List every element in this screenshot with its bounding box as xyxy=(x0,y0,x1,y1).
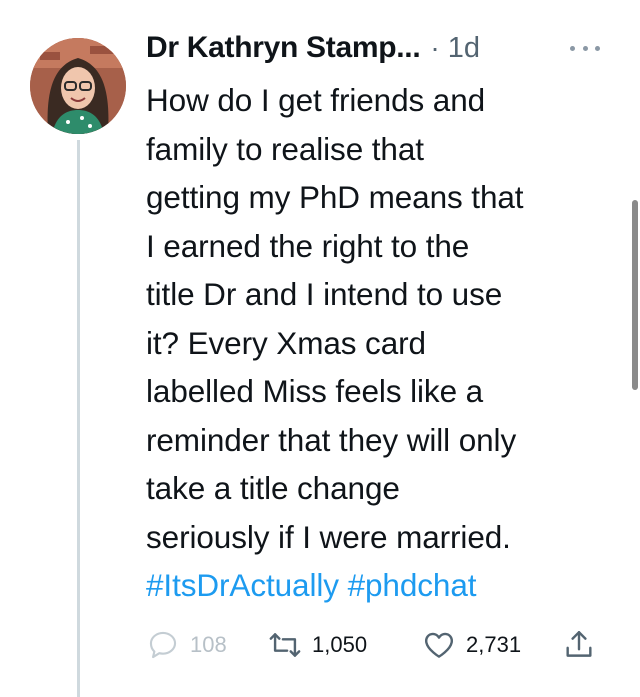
tweet-text-line: take a title change xyxy=(146,470,400,506)
share-icon xyxy=(566,631,592,657)
more-dots-icon[interactable] xyxy=(570,36,600,60)
tweet-text: How do I get friends and family to reali… xyxy=(146,76,626,610)
avatar-photo xyxy=(30,38,126,134)
retweet-button[interactable]: 1,050 xyxy=(268,620,367,670)
scrollbar-thumb[interactable] xyxy=(632,200,638,390)
share-button[interactable] xyxy=(562,620,596,670)
like-count: 2,731 xyxy=(466,632,522,657)
tweet-text-line: reminder that they will only xyxy=(146,421,517,458)
tweet-text-line: labelled Miss feels like a xyxy=(146,373,484,409)
tweet-text-line: title Dr and I intend to use xyxy=(146,276,503,312)
header-separator: · xyxy=(430,32,440,63)
retweet-count: 1,050 xyxy=(312,632,368,657)
more-dot xyxy=(570,45,575,51)
tweet-text-line: I earned the right to the xyxy=(146,227,470,264)
tweet-text-line: it? Every Xmas card xyxy=(146,324,426,361)
tweet-timestamp[interactable]: 1d xyxy=(448,32,480,65)
reply-count: 108 xyxy=(190,632,227,657)
like-button[interactable]: 2,731 xyxy=(422,620,521,670)
more-dot xyxy=(595,45,600,51)
more-dot xyxy=(582,45,588,51)
tweet-actions: 108 1,050 2,731 xyxy=(146,620,606,670)
retweet-icon xyxy=(269,633,301,657)
tweet-text-line: family to realise that xyxy=(146,130,424,167)
avatar[interactable] xyxy=(30,38,126,134)
tweet-text-line: getting my PhD means that xyxy=(146,179,524,215)
hashtag-link[interactable]: #ItsDrActually xyxy=(146,567,339,603)
tweet-text-line: How do I get friends and xyxy=(146,82,486,118)
thread-connector-line xyxy=(77,140,80,697)
hashtag-line: #ItsDrActually #phdchat xyxy=(146,561,626,610)
tweet-header: Dr Kathryn Stamp... · 1d xyxy=(146,24,626,72)
author-name[interactable]: Dr Kathryn Stamp... xyxy=(146,31,421,65)
reply-bubble-icon xyxy=(149,631,177,659)
hashtag-link[interactable]: #phdchat xyxy=(348,567,477,603)
tweet-text-line: seriously if I were married. xyxy=(146,518,511,555)
reply-button[interactable]: 108 xyxy=(146,620,227,670)
heart-icon xyxy=(425,632,453,658)
